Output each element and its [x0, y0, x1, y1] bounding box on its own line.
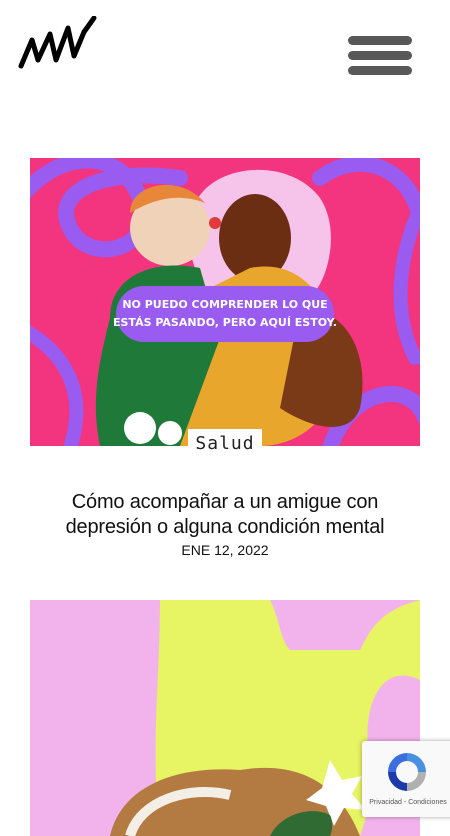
menu-bar-icon [348, 66, 412, 75]
hamburger-menu-button[interactable] [348, 36, 412, 80]
menu-bar-icon [348, 51, 412, 60]
post-date: ENE 12, 2022 [181, 542, 269, 558]
image-caption-line-1: NO PUEDO COMPRENDER LO QUE [122, 298, 327, 311]
recaptcha-separator: - [403, 799, 407, 806]
recaptcha-privacy-link[interactable]: Privacidad [369, 799, 402, 806]
menu-bar-icon [348, 36, 412, 45]
recaptcha-links: Privacidad - Condiciones [362, 799, 450, 806]
image-caption-line-2: ESTÁS PASANDO, PERO AQUÍ ESTOY. [113, 316, 337, 329]
category-tag[interactable]: Salud [188, 429, 262, 461]
site-header [0, 0, 450, 110]
recaptcha-badge[interactable]: Privacidad - Condiciones [362, 741, 450, 817]
recaptcha-terms-link[interactable]: Condiciones [408, 799, 447, 806]
post-title-link[interactable]: Cómo acompañar a un amigue con depresión… [40, 490, 410, 540]
recaptcha-icon [388, 753, 426, 791]
post-featured-image[interactable]: NO PUEDO COMPRENDER LO QUE ESTÁS PASANDO… [30, 158, 420, 446]
brand-logo[interactable] [18, 16, 102, 72]
